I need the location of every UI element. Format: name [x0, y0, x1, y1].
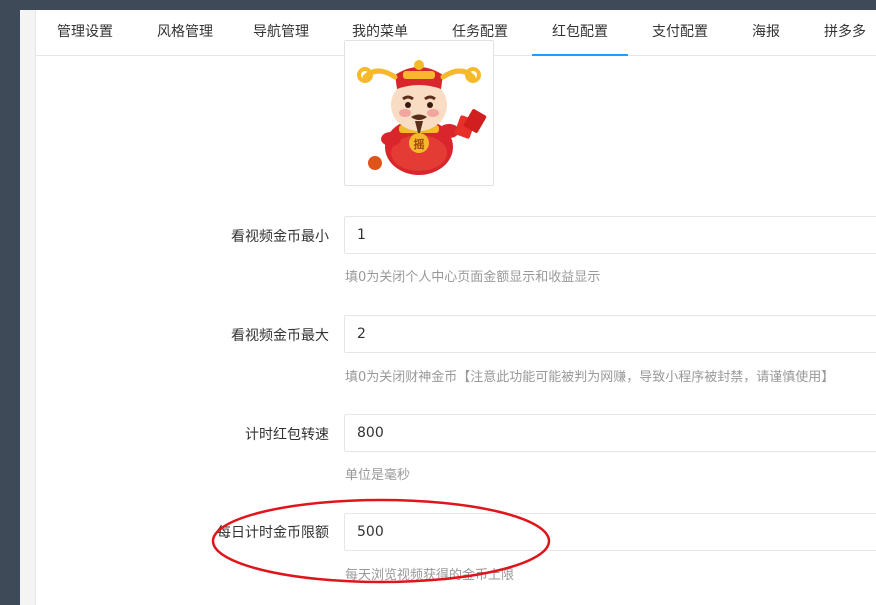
tab-label: 任务配置 — [452, 24, 508, 40]
tab-label: 海报 — [752, 24, 780, 40]
tab-navigation-management[interactable]: 导航管理 — [253, 10, 309, 55]
god-of-wealth-mascot: 摇 — [345, 41, 493, 185]
tab-label: 拼多多 — [824, 24, 866, 40]
mascot-emblem-glyph: 摇 — [414, 137, 425, 151]
tab-management-settings[interactable]: 管理设置 — [57, 10, 113, 55]
sidebar-gutter — [20, 10, 36, 605]
tab-label: 导航管理 — [253, 24, 309, 40]
tab-poster[interactable]: 海报 — [752, 10, 780, 55]
tab-label: 支付配置 — [652, 24, 708, 40]
timer-speed-input[interactable]: 800 — [344, 414, 876, 452]
tab-style-management[interactable]: 风格管理 — [157, 10, 213, 55]
top-bar — [0, 0, 876, 10]
tab-label: 红包配置 — [552, 24, 608, 40]
field-label-video-coins-min: 看视频金币最小 — [231, 229, 329, 245]
tab-label: 我的菜单 — [352, 24, 408, 40]
sidebar — [0, 10, 20, 605]
video-coins-min-hint: 填0为关闭个人中心页面金额显示和收益显示 — [345, 270, 601, 285]
active-tab-indicator — [532, 54, 628, 56]
field-label-daily-coin-limit: 每日计时金币限额 — [217, 525, 329, 541]
video-coins-max-input[interactable]: 2 — [344, 315, 876, 353]
timer-speed-hint: 单位是毫秒 — [345, 468, 411, 483]
field-label-timer-speed: 计时红包转速 — [245, 427, 329, 443]
tab-red-packet-config[interactable]: 红包配置 — [532, 10, 628, 56]
daily-coin-limit-hint: 每天浏览视频获得的金币上限 — [345, 568, 515, 583]
tab-label: 管理设置 — [57, 24, 113, 40]
video-coins-min-input[interactable]: 1 — [344, 216, 876, 254]
daily-coin-limit-input[interactable]: 500 — [344, 513, 876, 551]
tab-label: 风格管理 — [157, 24, 213, 40]
tab-pinduoduo[interactable]: 拼多多 — [824, 10, 866, 55]
field-label-video-coins-max: 看视频金币最大 — [231, 328, 329, 344]
uploaded-image-preview[interactable]: 摇 — [344, 40, 494, 186]
video-coins-max-hint: 填0为关闭财神金币【注意此功能可能被判为网赚，导致小程序被封禁，请谨慎使用】 — [345, 370, 835, 385]
tab-payment-config[interactable]: 支付配置 — [652, 10, 708, 55]
